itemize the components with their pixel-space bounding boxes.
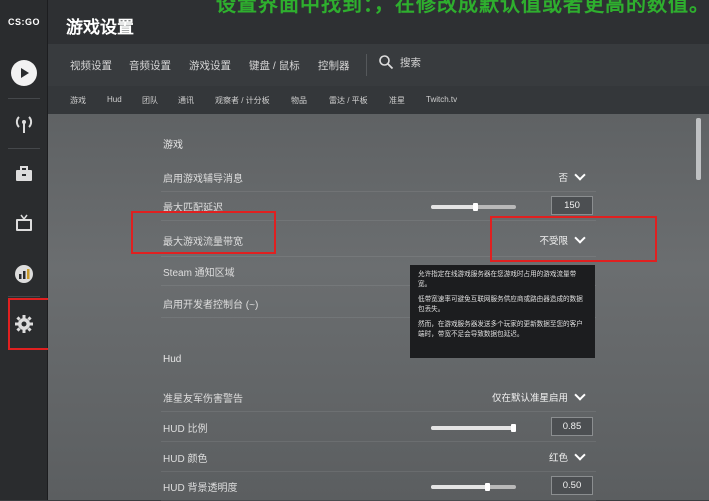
setting-row-hud-bg-alpha[interactable]: HUD 背景透明度 0.50	[161, 471, 596, 501]
subtab-twitch[interactable]: Twitch.tv	[426, 95, 457, 104]
dropdown-value[interactable]: 否	[558, 169, 586, 184]
subtab-spectator-scoreboard[interactable]: 观察者 / 计分板	[215, 95, 270, 106]
dropdown-text: 红色	[548, 453, 568, 464]
sidebar-divider	[8, 296, 40, 297]
watch-button[interactable]	[8, 208, 40, 240]
subtab-team[interactable]: 团队	[142, 95, 158, 106]
dropdown-value[interactable]: 仅在默认准星启用	[491, 389, 586, 404]
chevron-down-icon	[574, 389, 586, 401]
sidebar-divider	[8, 148, 40, 149]
inventory-button[interactable]	[8, 158, 40, 190]
setting-label: 启用开发者控制台 (~)	[163, 300, 259, 311]
stats-button[interactable]	[8, 258, 40, 290]
hud-alpha-value-field[interactable]: 0.50	[551, 476, 593, 495]
slider-handle[interactable]	[473, 203, 479, 211]
setting-row-hud-scale[interactable]: HUD 比例 0.85	[161, 412, 596, 442]
subtab-communication[interactable]: 通讯	[178, 95, 194, 106]
tab-game[interactable]: 游戏设置	[189, 58, 231, 73]
settings-subtabs: 游戏 Hud 团队 通讯 观察者 / 计分板 物品 雷达 / 平板 准星 Twi…	[48, 86, 709, 114]
settings-content: 游戏 启用游戏辅导消息 否 最大匹配延迟 150 最大游戏流量带宽 不受限 St…	[48, 114, 709, 501]
tooltip-text: 允许指定在线游戏服务器在您游戏时占用的游戏流量带宽。	[418, 271, 577, 288]
antenna-icon	[15, 116, 33, 133]
slider-handle[interactable]	[485, 483, 491, 491]
hud-scale-slider[interactable]	[431, 424, 516, 432]
briefcase-icon	[16, 166, 32, 181]
page-title: 游戏设置	[66, 18, 134, 37]
setting-row-crosshair-ff-warning[interactable]: 准星友军伤害警告 仅在默认准星启用	[161, 382, 596, 412]
slider-handle[interactable]	[510, 424, 516, 432]
subtab-crosshair[interactable]: 准星	[389, 95, 405, 106]
tab-keyboard-mouse[interactable]: 键盘 / 鼠标	[249, 58, 300, 73]
subtab-hud[interactable]: Hud	[107, 95, 122, 104]
section-title-hud: Hud	[163, 354, 182, 365]
setting-label: HUD 颜色	[163, 454, 208, 465]
left-sidebar: CS:GO	[0, 0, 48, 500]
sidebar-divider	[8, 98, 40, 99]
setting-label: 准星友军伤害警告	[163, 394, 243, 405]
ping-slider[interactable]	[431, 203, 516, 211]
ping-value-field[interactable]: 150	[551, 196, 593, 215]
chart-badge-icon	[15, 265, 33, 283]
tab-audio[interactable]: 音频设置	[129, 58, 171, 73]
setting-label: HUD 比例	[163, 424, 208, 435]
broadcast-button[interactable]	[8, 108, 40, 140]
chevron-down-icon	[574, 449, 586, 461]
search-label: 搜索	[400, 56, 421, 69]
scrollbar[interactable]	[696, 118, 701, 180]
hud-scale-value-field[interactable]: 0.85	[551, 417, 593, 436]
tooltip-text: 低带宽速率可避免互联网服务供应商或路由器造成的数据包丢失。	[418, 296, 583, 313]
setting-tooltip: 允许指定在线游戏服务器在您游戏时占用的游戏流量带宽。 低带宽速率可避免互联网服务…	[410, 265, 595, 358]
search-button[interactable]: 搜索	[378, 54, 421, 70]
csgo-logo[interactable]: CS:GO	[4, 10, 44, 34]
tv-icon	[16, 214, 32, 231]
setting-label: HUD 背景透明度	[163, 483, 238, 494]
tab-video[interactable]: 视频设置	[70, 58, 112, 73]
hud-alpha-slider[interactable]	[431, 483, 516, 491]
slider-fill	[431, 205, 476, 209]
overlay-caption: 设置界面中找到：，在修改成默认值或者更高的数值。	[216, 0, 709, 16]
dropdown-text: 仅在默认准星启用	[491, 393, 568, 404]
tooltip-text: 然而，在游戏服务器发送多个玩家的更新数据至您的客户端时，带宽不足会导致数据包延迟…	[418, 321, 583, 338]
setting-label: 启用游戏辅导消息	[163, 174, 243, 185]
setting-label: Steam 通知区域	[163, 268, 235, 279]
search-icon	[379, 55, 394, 70]
subtab-radar-tablet[interactable]: 雷达 / 平板	[329, 95, 368, 106]
dropdown-value[interactable]: 红色	[548, 449, 586, 464]
subtab-game[interactable]: 游戏	[70, 95, 86, 106]
play-icon	[11, 60, 37, 86]
section-title-game: 游戏	[163, 140, 183, 151]
chevron-down-icon	[574, 169, 586, 181]
settings-tabs: 视频设置 音频设置 游戏设置 键盘 / 鼠标 控制器 搜索	[48, 44, 709, 87]
setting-row-game-hints[interactable]: 启用游戏辅导消息 否	[161, 162, 596, 192]
highlight-box-bandwidth-value	[490, 216, 657, 262]
tab-divider	[366, 54, 367, 76]
tab-controller[interactable]: 控制器	[318, 58, 350, 73]
highlight-box-bandwidth-label	[131, 211, 276, 254]
slider-fill	[431, 426, 513, 430]
setting-row-hud-color[interactable]: HUD 颜色 红色	[161, 442, 596, 472]
slider-fill	[431, 485, 488, 489]
subtab-items[interactable]: 物品	[291, 95, 307, 106]
play-button[interactable]	[8, 57, 40, 89]
dropdown-text: 否	[558, 173, 568, 184]
